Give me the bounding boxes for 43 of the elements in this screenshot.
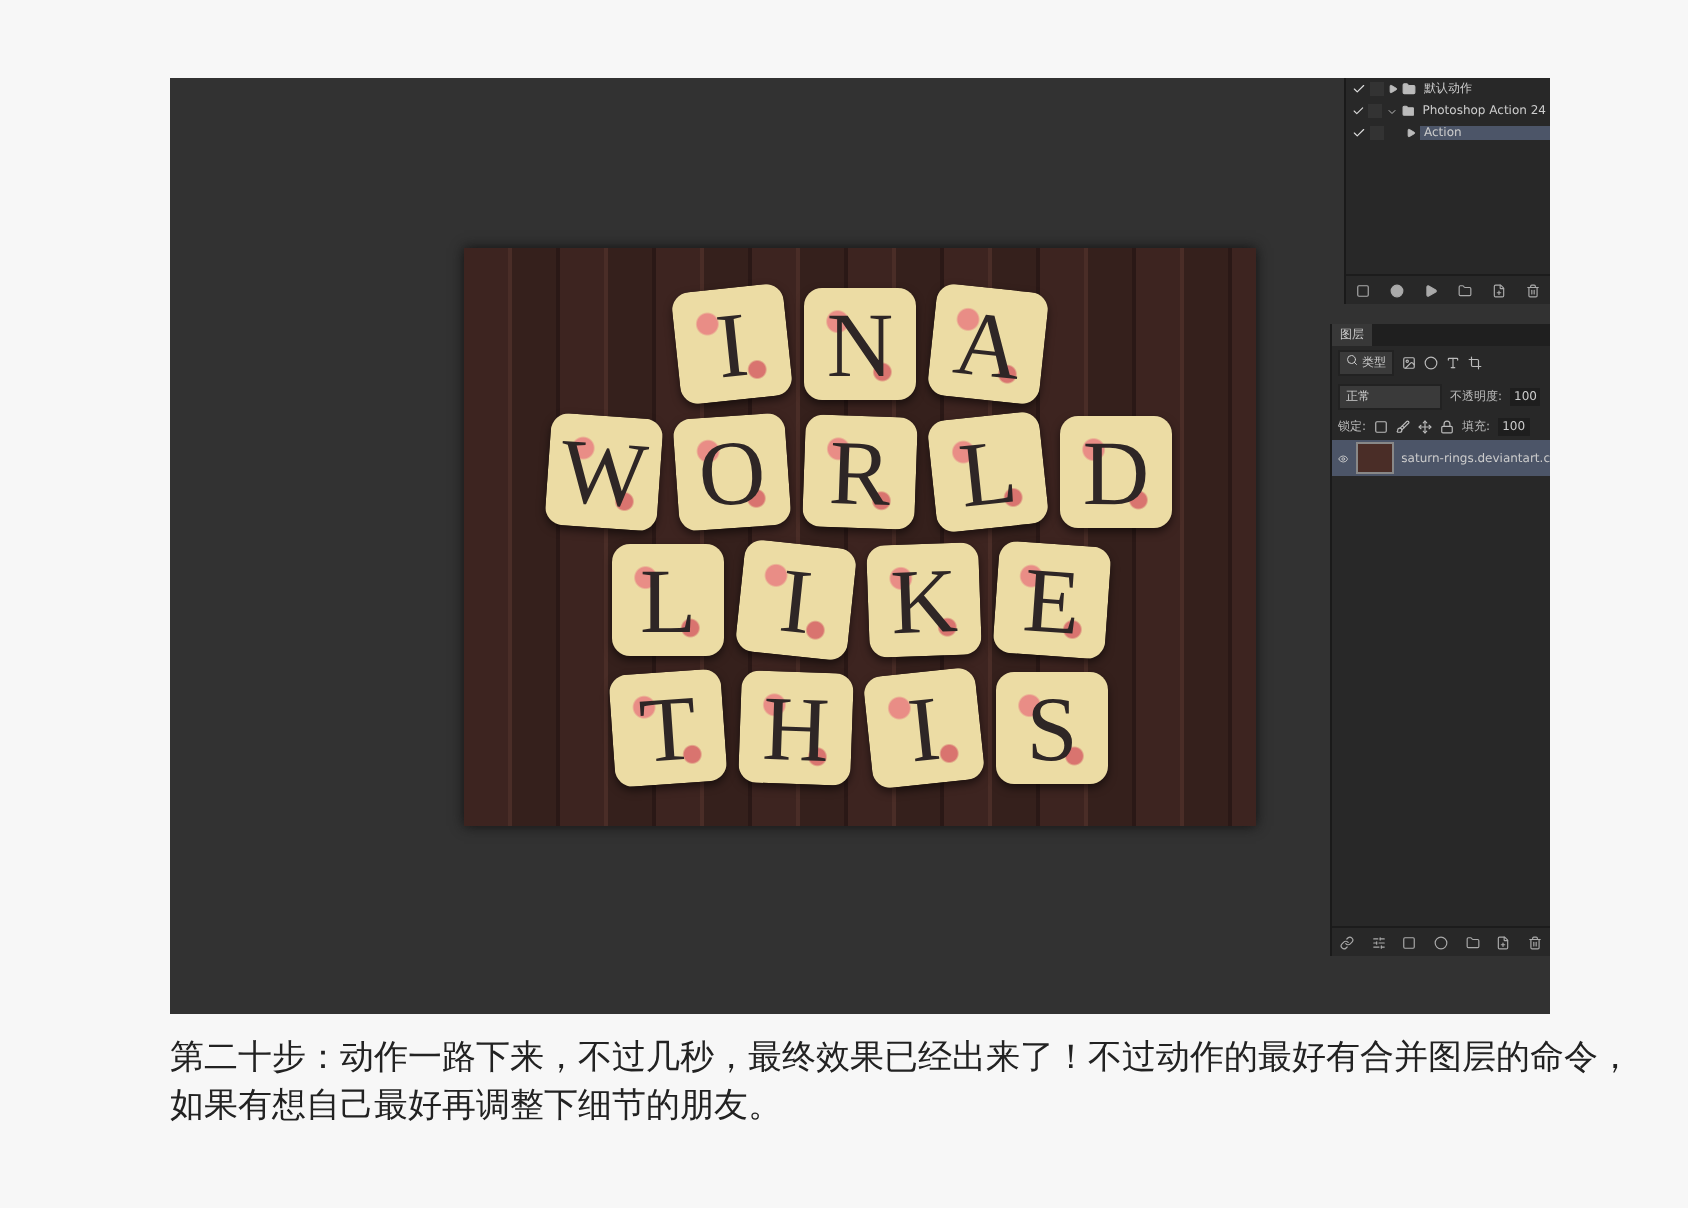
mask-icon[interactable] xyxy=(1402,935,1417,949)
letter-tile: E xyxy=(992,540,1112,660)
link-icon[interactable] xyxy=(1340,935,1355,949)
new-icon[interactable] xyxy=(1492,283,1506,297)
letter-tile: K xyxy=(866,542,982,658)
letter-tile: R xyxy=(802,414,918,530)
adjustment-icon[interactable] xyxy=(1433,935,1448,949)
letter-tile: I xyxy=(670,282,794,406)
eye-icon[interactable] xyxy=(1338,451,1349,465)
search-icon xyxy=(1346,354,1358,366)
move-icon[interactable] xyxy=(1418,420,1433,434)
letter-tile: S xyxy=(996,672,1108,784)
play-icon[interactable] xyxy=(1424,283,1438,297)
trash-icon[interactable] xyxy=(1527,935,1542,949)
record-icon[interactable] xyxy=(1390,283,1404,297)
letter-tile: W xyxy=(544,412,664,532)
letter-tile: D xyxy=(1060,416,1172,528)
folder-icon[interactable] xyxy=(1465,935,1480,949)
folder-icon[interactable] xyxy=(1458,283,1472,297)
letter-tile: T xyxy=(608,668,728,788)
letter-tile: A xyxy=(926,282,1050,406)
crop-icon[interactable] xyxy=(1467,356,1482,370)
type-icon[interactable] xyxy=(1445,356,1460,370)
folder-icon xyxy=(1402,82,1416,96)
letter-tile: I xyxy=(862,666,986,790)
circle-icon[interactable] xyxy=(1423,356,1438,370)
letter-tile: H xyxy=(738,670,854,786)
letter-tile: I xyxy=(734,538,858,662)
image-icon[interactable] xyxy=(1401,356,1416,370)
triangle-icon[interactable] xyxy=(1388,84,1398,94)
letter-tile: N xyxy=(804,288,916,400)
caption-paragraph: 第二十步：动作一路下来，不过几秒，最终效果已经出来了！不过动作的最好有合并图层的命令，如果有想自己最好再调整下细节的朋友。 xyxy=(170,1036,1634,1130)
lock-icon[interactable] xyxy=(1440,420,1455,434)
folder-icon xyxy=(1401,104,1415,118)
new-icon[interactable] xyxy=(1496,935,1511,949)
layer-thumbnail xyxy=(1356,442,1394,474)
trash-icon[interactable] xyxy=(1526,283,1540,297)
brush-icon[interactable] xyxy=(1396,420,1411,434)
letter-tile: L xyxy=(612,544,724,656)
letter-tile: O xyxy=(672,412,792,532)
triangle-icon[interactable] xyxy=(1406,128,1416,138)
letter-tile: L xyxy=(926,410,1050,534)
stop-icon[interactable] xyxy=(1356,283,1370,297)
